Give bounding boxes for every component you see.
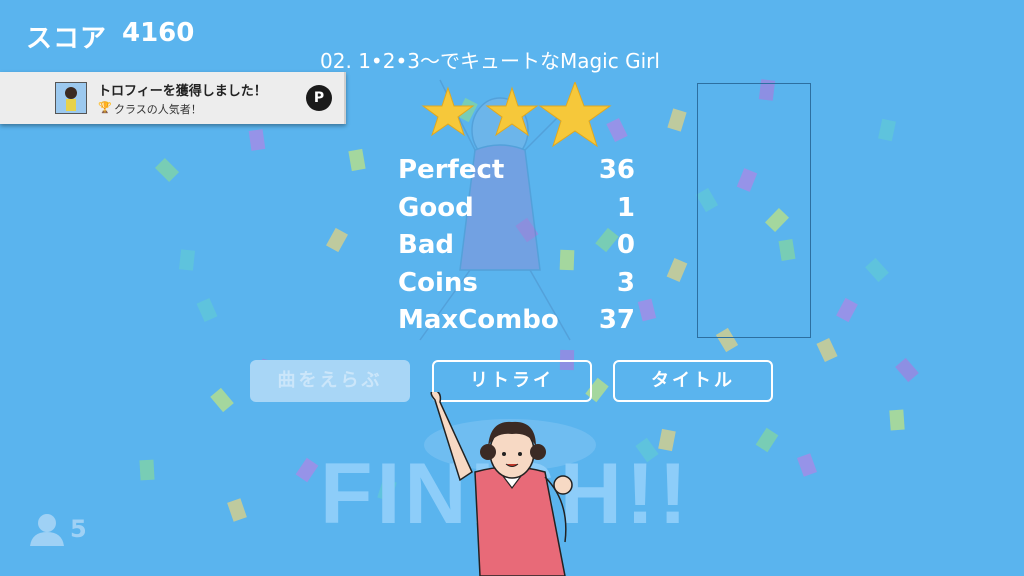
select-song-button[interactable]: 曲をえらぶ [250,360,410,402]
perfect-label: Perfect [398,155,505,185]
confetti-piece [667,108,687,132]
confetti-piece [348,148,366,172]
star-rating [421,82,612,148]
song-title: 02. 1•2•3〜でキュートなMagic Girl [320,49,660,73]
confetti-piece [666,258,688,282]
bad-value: 0 [616,230,635,260]
star-icon [421,86,475,137]
coins-value: 3 [616,268,635,298]
coins-label: Coins [398,268,478,298]
confetti-piece [227,498,247,522]
trophy-title: トロフィーを獲得しました！ [98,84,267,99]
good-value: 1 [616,193,635,223]
star-icon [485,86,539,137]
playstation-icon: P [306,85,332,111]
confetti-piece [196,298,218,322]
confetti-piece [836,297,858,323]
confetti-piece [755,427,779,453]
confetti-piece [797,453,817,477]
maxcombo-value: 37 [598,305,635,335]
confetti-piece [210,387,234,413]
title-button[interactable]: タイトル [613,360,773,402]
result-screen: スコア 4160 02. 1•2•3〜でキュートなMagic Girl トロフィ… [0,0,1024,576]
confetti-piece [154,157,180,183]
confetti-piece [816,337,838,363]
player-count: 5 [70,515,87,543]
maxcombo-label: MaxCombo [398,305,559,335]
confetti-piece [895,357,919,383]
confetti-piece [295,457,319,483]
note-lane-frame [697,83,811,338]
confetti-piece [889,409,905,431]
bad-label: Bad [398,230,454,260]
character-girl [430,392,573,576]
confetti-piece [248,129,266,151]
user-icon [30,514,64,546]
confetti-piece [178,249,196,271]
confetti-piece [139,459,155,481]
perfect-value: 36 [598,155,635,185]
confetti-piece [326,227,348,253]
trophy-image [55,82,87,114]
good-label: Good [398,193,474,223]
confetti-piece [865,257,889,283]
trophy-name: クラスの人気者！ [114,103,202,116]
star-icon [538,82,612,148]
trophy-icon: 🏆 [98,101,112,114]
confetti-piece [878,118,896,142]
trophy-notification: トロフィーを獲得しました！ 🏆 クラスの人気者！ P [0,72,346,124]
confetti-piece [637,298,657,322]
score-value: 4160 [122,18,195,48]
